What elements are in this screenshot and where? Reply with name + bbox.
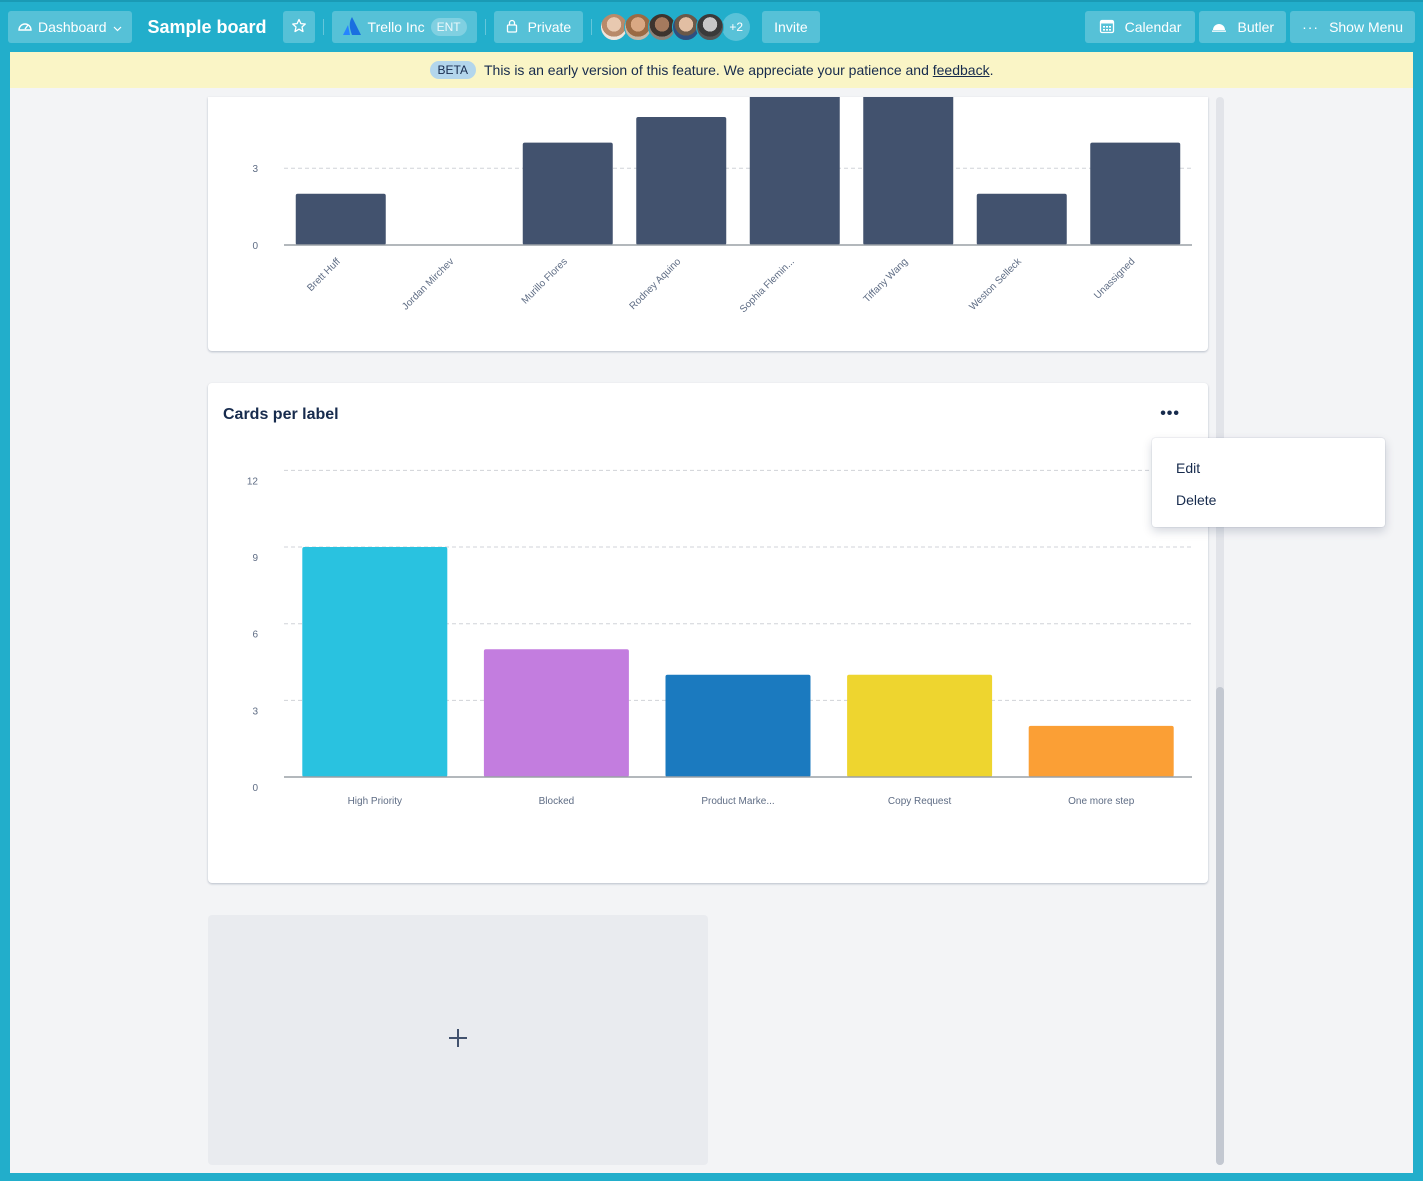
y-tick-label: 12 (247, 476, 259, 487)
divider (484, 19, 486, 35)
beta-banner: BETA This is an early version of this fe… (10, 52, 1413, 88)
x-tick-label: High Priority (348, 796, 402, 807)
divider (322, 19, 324, 35)
enterprise-badge: ENT (430, 18, 467, 36)
chart-card-cards-per-label: Cards per label ••• 0 3 6 9 12 High Priority B… (208, 383, 1208, 883)
y-tick-label: 9 (252, 553, 258, 564)
x-tick-label: One more step (1068, 796, 1135, 807)
chart-card-cards-per-member: 0 3 Brett Huff Jordan Mirchev Murillo Flores… (208, 97, 1208, 351)
menu-item-edit[interactable]: Edit (1152, 452, 1385, 484)
workspace-button[interactable]: Trello Inc ENT (331, 11, 477, 43)
bar[interactable] (976, 193, 1067, 245)
x-tick-label: Murillo Flores (520, 256, 570, 306)
bar[interactable] (863, 97, 954, 245)
workspace-name: Trello Inc (367, 19, 425, 35)
beta-message: This is an early version of this feature… (484, 62, 993, 78)
calendar-label: Calendar (1124, 19, 1182, 35)
bar[interactable] (1090, 142, 1181, 245)
gauge-icon (18, 19, 32, 35)
chevron-down-icon (113, 19, 122, 35)
x-tick-label: Copy Request (888, 796, 952, 807)
bar[interactable] (522, 142, 613, 245)
star-icon (291, 18, 307, 37)
butler-bell-icon (1211, 19, 1227, 35)
more-members-button[interactable]: +2 (722, 13, 751, 41)
butler-label: Butler (1237, 19, 1275, 35)
beta-badge: BETA (429, 61, 476, 79)
butler-button[interactable]: Butler (1199, 11, 1287, 43)
x-tick-label: Brett Huff (305, 256, 343, 294)
x-tick-label: Blocked (539, 796, 575, 807)
scrollbar-thumb[interactable] (1216, 687, 1224, 1165)
plus-icon (448, 1028, 468, 1053)
visibility-label: Private (527, 19, 572, 35)
dashboard-content: BETA This is an early version of this fe… (10, 52, 1413, 1173)
y-tick-label: 6 (252, 630, 258, 641)
x-tick-label: Weston Selleck (967, 256, 1024, 313)
feedback-link[interactable]: feedback (933, 62, 990, 78)
calendar-icon (1099, 18, 1115, 37)
show-menu-label: Show Menu (1329, 19, 1403, 35)
vertical-scrollbar[interactable] (1216, 97, 1224, 1165)
calendar-button[interactable]: Calendar (1084, 11, 1196, 43)
beta-message-suffix: . (989, 62, 994, 78)
dashboard-switcher-button[interactable]: Dashboard (8, 11, 132, 43)
x-tick-label: Sophia Flemin... (738, 256, 797, 315)
beta-message-text: This is an early version of this feature… (483, 62, 929, 78)
visibility-button[interactable]: Private (493, 11, 584, 43)
bar[interactable] (665, 674, 811, 777)
board-header: Dashboard Sample board Trello Inc ENT Pr… (0, 0, 1423, 52)
bar[interactable] (302, 547, 448, 777)
menu-item-delete[interactable]: Delete (1152, 484, 1385, 516)
bar[interactable] (1028, 725, 1174, 777)
label-bar-chart: 0 3 6 9 12 High Priority Blocked Product Marke.… (247, 469, 1192, 807)
member-bar-chart: 0 3 Brett Huff Jordan Mirchev Murillo Flores… (252, 97, 1192, 315)
x-tick-label: Unassigned (1092, 256, 1137, 301)
x-tick-label: Tiffany Wang (862, 256, 911, 305)
lock-icon (506, 19, 518, 36)
board-members: +2 (600, 13, 751, 41)
ellipsis-icon: ··· (1302, 19, 1320, 35)
chart-options-menu: Edit Delete (1152, 438, 1385, 527)
show-menu-button[interactable]: ··· Show Menu (1290, 11, 1415, 43)
x-tick-label: Rodney Aquino (628, 256, 684, 312)
dashboard-label: Dashboard (38, 19, 107, 35)
y-tick-label: 3 (252, 164, 258, 175)
add-chart-tile[interactable] (208, 915, 708, 1165)
board-header-right: Calendar Butler ··· Show Menu (1081, 11, 1415, 43)
bar[interactable] (483, 649, 629, 777)
bar[interactable] (847, 674, 993, 777)
bar[interactable] (749, 97, 840, 245)
y-tick-label: 0 (252, 783, 258, 794)
avatar[interactable] (696, 13, 725, 41)
atlassian-logo-icon (342, 16, 362, 38)
board-title[interactable]: Sample board (140, 17, 275, 38)
divider (591, 19, 593, 35)
y-tick-label: 0 (252, 241, 258, 252)
star-button[interactable] (282, 11, 315, 43)
bar[interactable] (636, 117, 727, 245)
bar[interactable] (295, 193, 386, 245)
invite-button[interactable]: Invite (762, 11, 820, 43)
x-tick-label: Product Marke... (701, 796, 774, 807)
x-tick-label: Jordan Mirchev (400, 256, 456, 312)
y-tick-label: 3 (252, 706, 258, 717)
